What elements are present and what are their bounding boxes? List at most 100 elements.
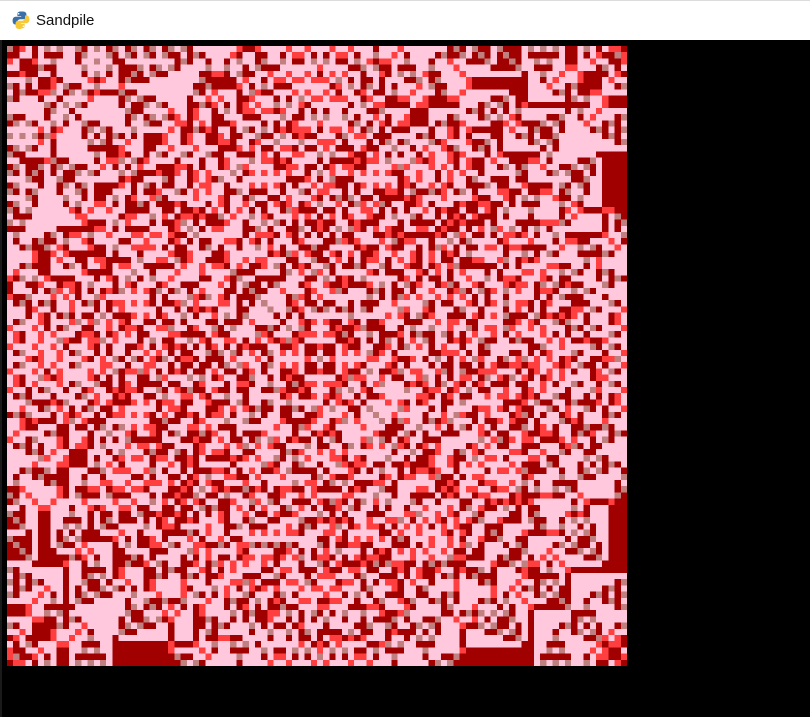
- sand-cell: [174, 281, 181, 288]
- sand-cell: [168, 126, 175, 133]
- sand-cell: [174, 312, 181, 319]
- sand-cell: [602, 151, 609, 158]
- sand-cell: [56, 337, 63, 344]
- sand-cell: [329, 151, 336, 158]
- sand-cell: [379, 294, 386, 301]
- sand-cell: [329, 287, 336, 295]
- sand-cell: [143, 318, 150, 326]
- sand-cell: [286, 114, 293, 121]
- sand-cell: [273, 89, 280, 96]
- sand-cell: [403, 170, 411, 177]
- sand-cell: [298, 52, 305, 59]
- title-bar[interactable]: Sandpile: [0, 0, 810, 40]
- sand-cell: [583, 83, 590, 90]
- sand-cell: [131, 306, 138, 313]
- sand-cell: [527, 349, 535, 357]
- sand-cell: [583, 120, 590, 127]
- sand-cell: [416, 126, 423, 133]
- sand-cell: [441, 263, 448, 270]
- sand-cell: [391, 95, 398, 102]
- sand-cell: [416, 331, 423, 338]
- sand-cell: [509, 269, 516, 276]
- sand-cell: [62, 145, 70, 152]
- sand-cell: [589, 64, 597, 71]
- sand-cell: [149, 238, 156, 245]
- sand-cell: [602, 263, 609, 270]
- sand-cell: [465, 95, 473, 102]
- sand-cell: [298, 275, 305, 282]
- sand-cell: [81, 256, 88, 264]
- sand-cell: [211, 225, 218, 233]
- sand-cell: [360, 232, 367, 239]
- sand-cell: [180, 139, 187, 146]
- sand-cell: [391, 114, 398, 121]
- sand-cell: [496, 194, 504, 202]
- sand-cell: [180, 182, 187, 189]
- sand-cell: [267, 294, 274, 301]
- sand-cell: [447, 188, 454, 195]
- sand-cell: [106, 263, 113, 270]
- sand-cell: [174, 114, 181, 121]
- sand-cell: [310, 46, 318, 53]
- sand-cell: [292, 145, 299, 152]
- sand-cell: [292, 170, 299, 177]
- sand-cell: [348, 238, 355, 245]
- sand-cell: [434, 331, 442, 338]
- sand-cell: [56, 287, 63, 295]
- sand-cell: [453, 238, 460, 245]
- sandpile-canvas[interactable]: [7, 46, 627, 666]
- sand-cell: [13, 213, 20, 220]
- sand-cell: [583, 331, 590, 338]
- sand-cell: [180, 46, 187, 53]
- sand-cell: [496, 170, 504, 177]
- sand-cell: [69, 207, 76, 214]
- sand-cell: [180, 101, 187, 109]
- sand-cell: [546, 188, 553, 195]
- sand-cell: [7, 194, 14, 202]
- sand-cell: [162, 64, 169, 71]
- sand-cell: [521, 318, 528, 326]
- sand-cell: [13, 182, 20, 189]
- sand-cell: [360, 83, 367, 90]
- sand-cell: [372, 194, 380, 202]
- sand-cell: [416, 83, 423, 90]
- sand-cell: [255, 145, 262, 152]
- sand-cell: [13, 126, 20, 133]
- sand-cell: [267, 225, 274, 233]
- sand-cell: [31, 294, 39, 301]
- sand-cell: [385, 120, 392, 127]
- sand-cell: [583, 163, 590, 171]
- sand-cell: [391, 132, 398, 140]
- sand-cell: [354, 244, 361, 251]
- sand-cell: [19, 275, 26, 282]
- sand-cell: [589, 232, 597, 239]
- sand-cell: [385, 325, 392, 332]
- sand-cell: [7, 95, 14, 102]
- sand-cell: [589, 132, 597, 140]
- sand-cell: [199, 145, 206, 152]
- sand-cell: [273, 275, 280, 282]
- sand-cell: [348, 145, 355, 152]
- sand-cell: [112, 64, 119, 71]
- sand-cell: [558, 201, 566, 208]
- sand-cell: [534, 219, 541, 226]
- sand-cell: [465, 213, 473, 220]
- sand-cell: [168, 219, 175, 226]
- sand-cell: [87, 325, 94, 332]
- sand-cell: [372, 157, 380, 164]
- sand-cell: [137, 250, 144, 257]
- sand-cell: [428, 343, 435, 350]
- sand-cell: [490, 120, 497, 127]
- sand-cell: [391, 312, 398, 319]
- sand-cell: [397, 126, 404, 133]
- sand-cell: [441, 151, 448, 158]
- sand-cell: [211, 95, 218, 102]
- sand-cell: [341, 300, 349, 307]
- sand-cell: [360, 263, 367, 270]
- sand-cell: [484, 132, 491, 140]
- sand-cell: [453, 207, 460, 214]
- sand-cell: [186, 213, 194, 220]
- sand-cell: [577, 89, 584, 96]
- sand-cell: [527, 89, 535, 96]
- sand-cell: [577, 188, 584, 195]
